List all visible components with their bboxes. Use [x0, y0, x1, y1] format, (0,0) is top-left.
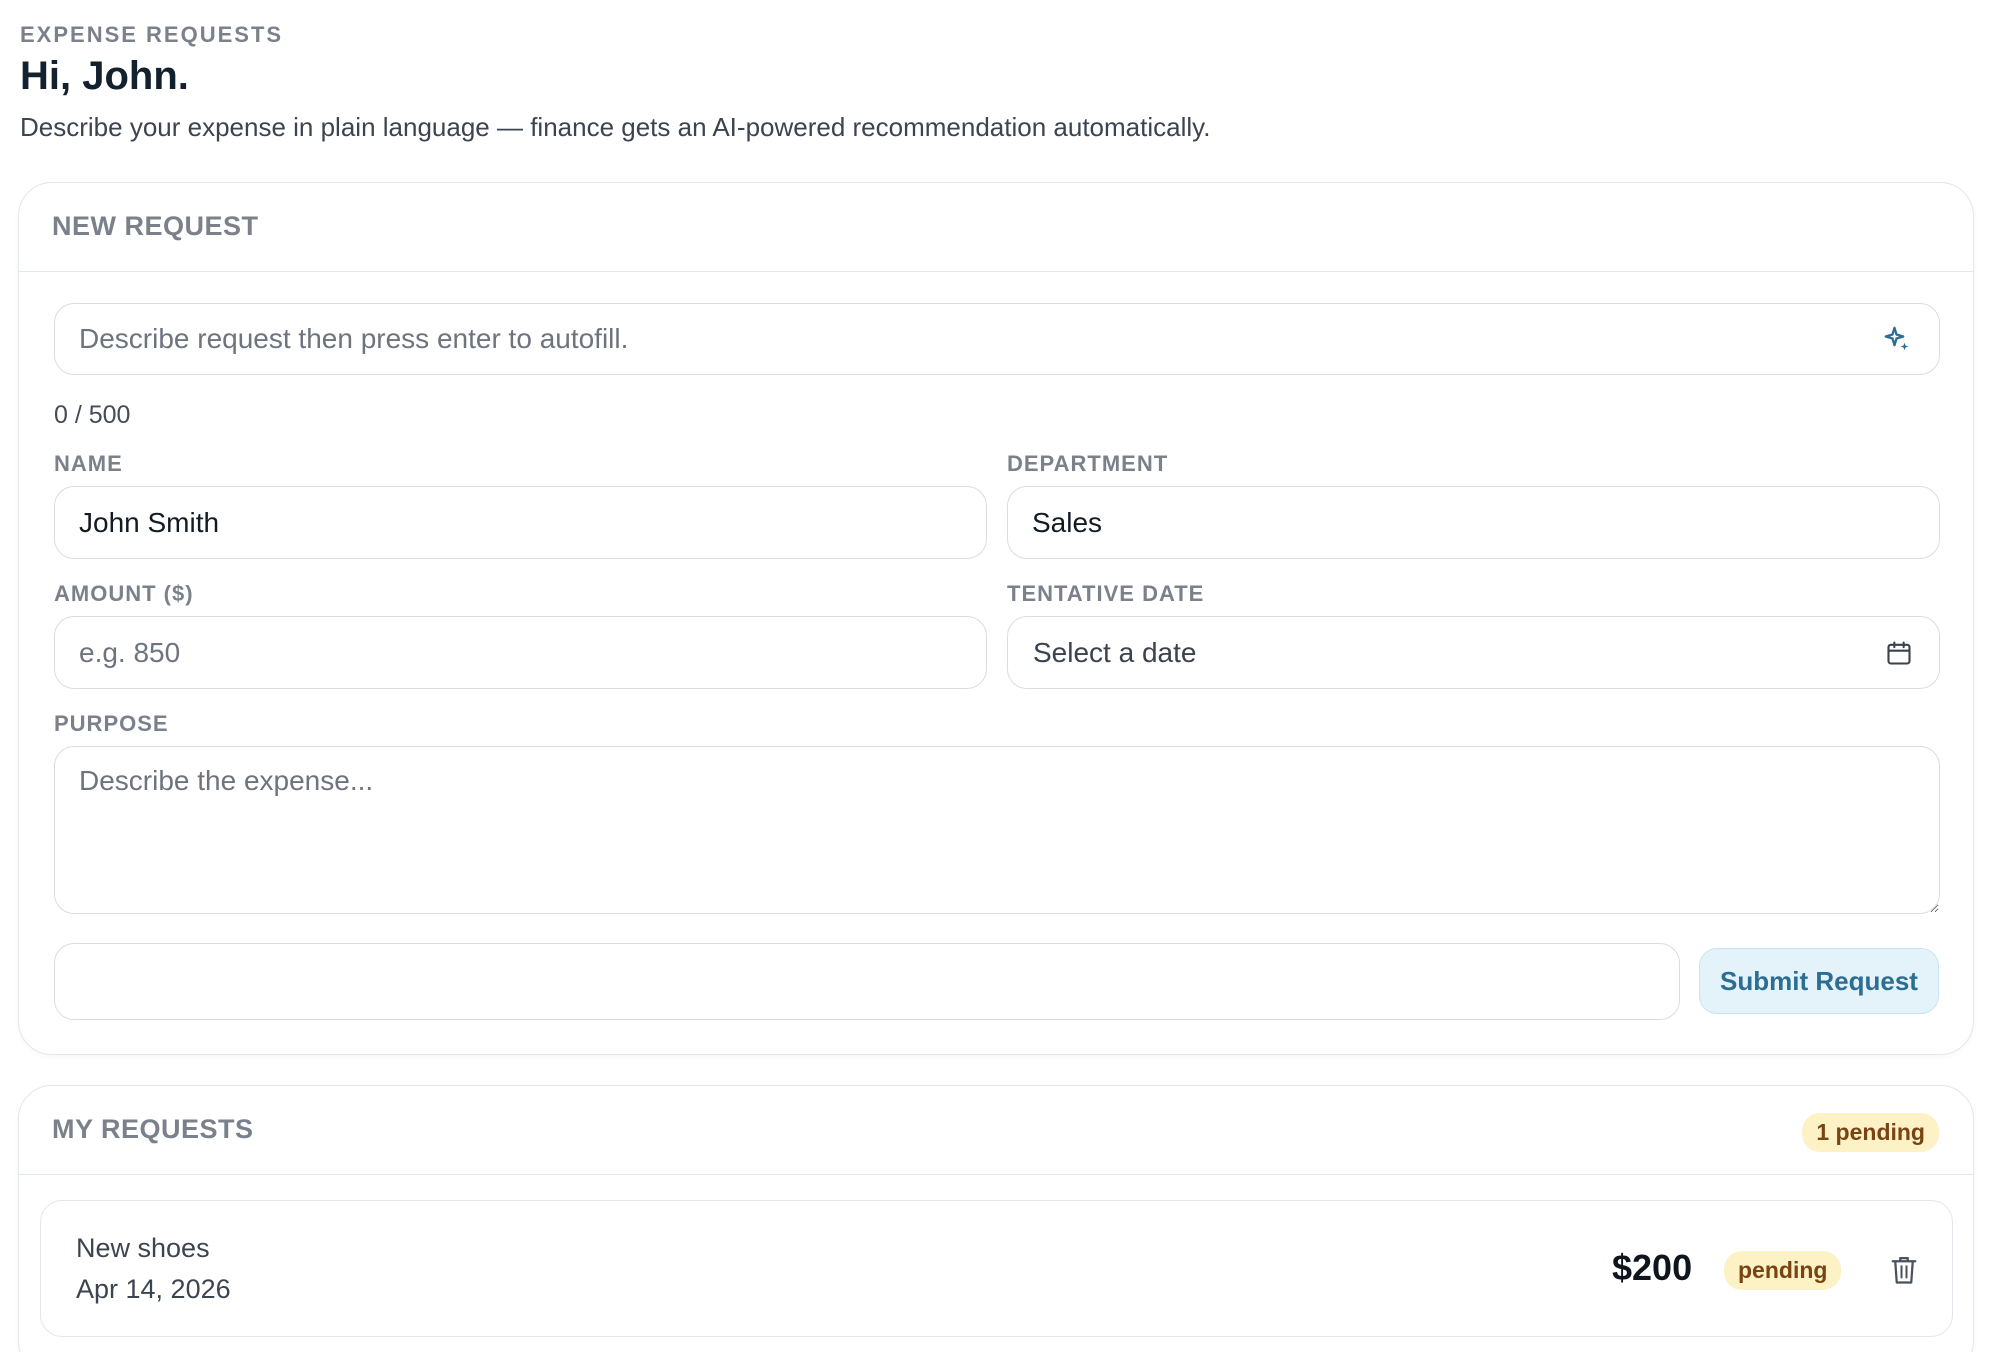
request-title: New shoes [76, 1233, 210, 1263]
pending-count-badge: 1 pending [1802, 1113, 1939, 1152]
date-picker[interactable]: Select a date [1007, 616, 1940, 689]
greeting-heading: Hi, John. [20, 54, 189, 98]
request-list-item[interactable]: New shoes Apr 14, 2026 $200 pending [40, 1200, 1953, 1337]
request-date: Apr 14, 2026 [76, 1274, 231, 1304]
new-request-header: NEW REQUEST [19, 183, 1973, 272]
autofill-input[interactable] [54, 303, 1940, 375]
department-field[interactable] [1007, 486, 1940, 559]
status-badge: pending [1724, 1251, 1842, 1290]
amount-field[interactable] [54, 616, 987, 689]
date-placeholder: Select a date [1033, 637, 1197, 668]
my-requests-card: MY REQUESTS 1 pending New shoes Apr 14, … [18, 1085, 1974, 1352]
trash-icon[interactable] [1889, 1253, 1919, 1287]
sparkle-icon[interactable] [1882, 324, 1912, 354]
my-requests-title: MY REQUESTS [52, 1114, 254, 1144]
new-request-card: NEW REQUEST 0 / 500 NAME DEPARTMENT AMOU… [18, 182, 1974, 1055]
purpose-label: PURPOSE [54, 711, 169, 736]
submit-request-button[interactable]: Submit Request [1699, 948, 1939, 1014]
calendar-icon[interactable] [1885, 639, 1913, 667]
purpose-textarea[interactable] [54, 746, 1940, 914]
name-label: NAME [54, 451, 123, 476]
new-request-title: NEW REQUEST [52, 211, 259, 241]
char-counter: 0 / 500 [54, 401, 131, 429]
my-requests-header: MY REQUESTS 1 pending [19, 1086, 1973, 1175]
expense-requests-page: EXPENSE REQUESTS Hi, John. Describe your… [0, 0, 1994, 1352]
request-amount: $200 [1612, 1247, 1693, 1288]
amount-label: AMOUNT ($) [54, 581, 194, 606]
additional-input[interactable] [54, 943, 1680, 1020]
tentative-date-label: TENTATIVE DATE [1007, 581, 1205, 606]
section-eyebrow: EXPENSE REQUESTS [20, 22, 284, 47]
name-field[interactable] [54, 486, 987, 559]
department-label: DEPARTMENT [1007, 451, 1169, 476]
intro-text: Describe your expense in plain language … [20, 112, 1211, 142]
